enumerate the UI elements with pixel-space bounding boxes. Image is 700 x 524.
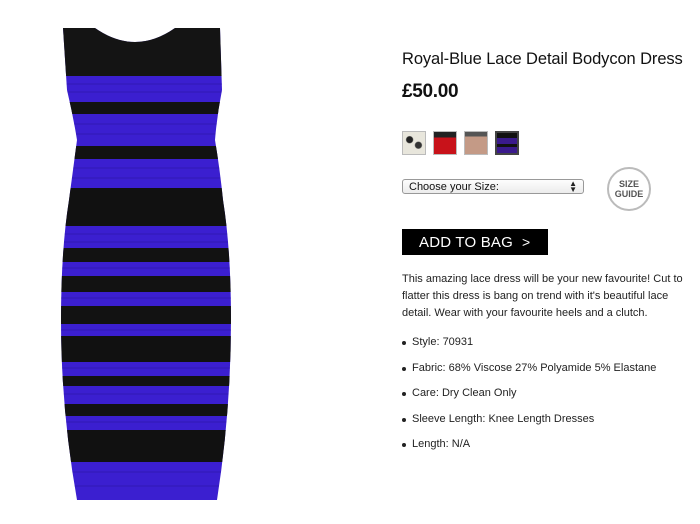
size-guide-line1: SIZE (618, 179, 639, 189)
size-guide-line2: GUIDE (614, 189, 644, 199)
product-price: £50.00 (402, 81, 459, 102)
bullet-icon (402, 392, 406, 396)
size-select[interactable]: Choose your Size: ▲ ▼ (402, 179, 584, 194)
product-title: Royal-Blue Lace Detail Bodycon Dress (402, 50, 683, 68)
product-info-panel: Royal-Blue Lace Detail Bodycon Dress £50… (402, 50, 694, 464)
bullet-icon (402, 443, 406, 447)
bullet-icon (402, 366, 406, 371)
spec-item: Sleeve Length: Knee Length Dresses (402, 413, 694, 439)
bullet-icon (402, 341, 406, 345)
product-description: This amazing lace dress will be your new… (402, 273, 683, 319)
swatch-red[interactable] (433, 131, 457, 155)
chevron-right-icon: > (521, 234, 531, 250)
bullet-icon (402, 417, 406, 422)
product-specs-list: Style: 70931 Fabric: 68% Viscose 27% Pol… (402, 336, 694, 464)
add-to-bag-label: ADD TO BAG (419, 233, 513, 251)
size-guide-button[interactable]: SIZE GUIDE (607, 167, 651, 211)
spec-item: Fabric: 68% Viscose 27% Polyamide 5% Ela… (402, 362, 694, 388)
swatch-white-black-floral[interactable] (402, 131, 426, 155)
product-image (61, 28, 231, 500)
spec-item: Length: N/A (402, 438, 694, 464)
spec-item: Style: 70931 (402, 336, 694, 362)
size-row: Choose your Size: ▲ ▼ SIZE GUIDE (402, 167, 694, 223)
select-arrows-icon: ▲ ▼ (569, 178, 577, 194)
swatch-nude[interactable] (464, 131, 488, 155)
size-select-label: Choose your Size: (409, 180, 499, 193)
color-swatches (402, 131, 694, 155)
swatch-royal-blue[interactable] (495, 131, 519, 155)
spec-item: Care: Dry Clean Only (402, 387, 694, 413)
add-to-bag-button[interactable]: ADD TO BAG > (402, 229, 548, 255)
